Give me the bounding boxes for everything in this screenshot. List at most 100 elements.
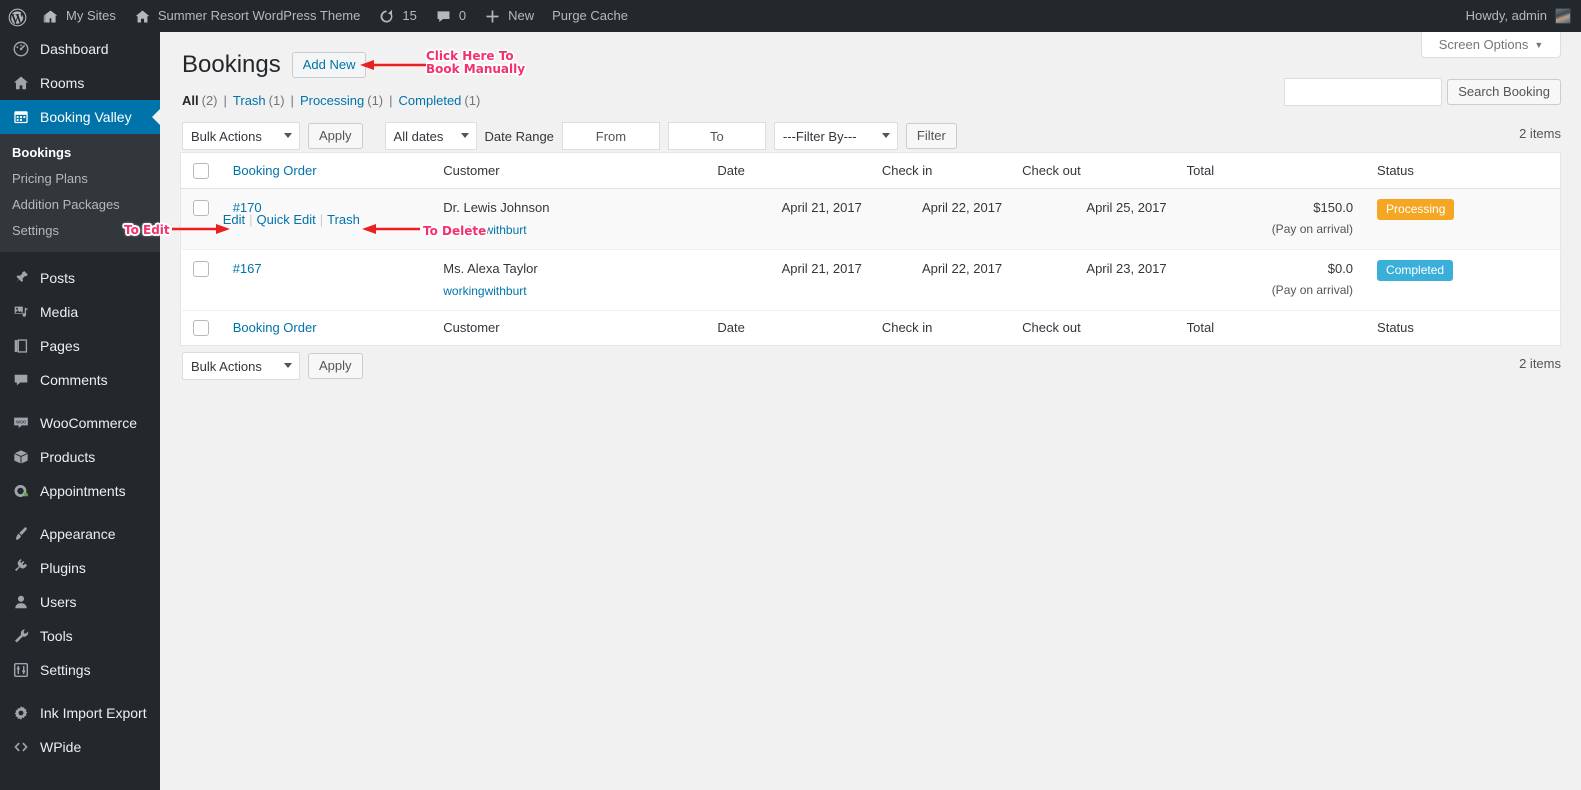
view-link-trash[interactable]: Trash (1) bbox=[233, 93, 285, 108]
pages-icon bbox=[11, 336, 31, 356]
submenu-item-pricing-plans[interactable]: Pricing Plans bbox=[0, 166, 160, 192]
admin-bar-comments[interactable]: 0 bbox=[426, 0, 475, 32]
comment-icon bbox=[11, 370, 31, 390]
cell-total: $0.0 (Pay on arrival) bbox=[1176, 249, 1364, 311]
row-action-separator: | bbox=[319, 211, 324, 227]
bulk-actions-select-bottom[interactable]: Bulk Actions bbox=[182, 352, 300, 380]
admin-bar-new[interactable]: New bbox=[475, 0, 543, 32]
sidebar-item-label: Products bbox=[40, 449, 96, 465]
admin-bar-purge-cache[interactable]: Purge Cache bbox=[543, 0, 637, 32]
view-filter-links: All (2) | Trash (1) | Processing (1) | Completed(… bbox=[182, 93, 480, 108]
checkbox-icon[interactable] bbox=[193, 162, 209, 179]
tablenav-top: Bulk Actions Apply All dates Date Range … bbox=[182, 122, 957, 150]
sidebar-item-label: Plugins bbox=[40, 560, 86, 576]
booking-order-link[interactable]: #167 bbox=[233, 261, 262, 276]
sidebar-item-label: Users bbox=[40, 594, 77, 610]
cell-customer: Dr. Lewis Johnson workingwithburt bbox=[433, 188, 708, 250]
row-action-quick-edit[interactable]: Quick Edit bbox=[257, 212, 316, 227]
column-header-label: Customer bbox=[443, 320, 500, 336]
sidebar-item-comments[interactable]: Comments bbox=[0, 363, 160, 397]
admin-bar-account[interactable]: Howdy, admin bbox=[1466, 0, 1581, 32]
screen-options-tab[interactable]: Screen Options ▼ bbox=[1421, 32, 1561, 58]
sidebar-item-posts[interactable]: Posts bbox=[0, 261, 160, 295]
column-header-label: Total bbox=[1186, 320, 1215, 336]
column-header-total: Total bbox=[1176, 152, 1364, 189]
sidebar-item-booking-valley[interactable]: Booking Valley bbox=[0, 100, 160, 134]
sidebar-item-appointments[interactable]: Appointments bbox=[0, 474, 160, 508]
sidebar-item-users[interactable]: Users bbox=[0, 585, 160, 619]
search-booking-button[interactable]: Search Booking bbox=[1447, 79, 1561, 105]
admin-bar-new-label: New bbox=[508, 8, 535, 23]
column-header-label: Check out bbox=[1022, 320, 1081, 336]
checkbox-icon[interactable] bbox=[193, 320, 209, 337]
submenu-item-addition-packages[interactable]: Addition Packages bbox=[0, 192, 160, 218]
view-link-all[interactable]: All (2) bbox=[182, 93, 218, 108]
dashboard-icon bbox=[11, 39, 31, 59]
sidebar-item-label: Posts bbox=[40, 270, 76, 286]
sidebar-item-products[interactable]: Products bbox=[0, 440, 160, 474]
column-header-label: Check in bbox=[881, 162, 933, 178]
admin-sidebar: Dashboard Rooms Booking Valley Bookings Pric… bbox=[0, 32, 160, 790]
column-header-order[interactable]: Booking Order bbox=[222, 309, 434, 346]
apply-button-top[interactable]: Apply bbox=[308, 123, 363, 149]
view-count: (1) bbox=[268, 93, 285, 108]
admin-bar-howdy-label: Howdy, admin bbox=[1465, 8, 1547, 23]
sidebar-item-ink-import-export[interactable]: Ink Import Export bbox=[0, 696, 160, 730]
menu-separator bbox=[0, 397, 160, 406]
sidebar-item-settings[interactable]: Settings bbox=[0, 653, 160, 687]
column-header-order[interactable]: Booking Order bbox=[222, 152, 434, 189]
admin-bar-wp-logo[interactable] bbox=[0, 0, 33, 32]
apply-button-bottom[interactable]: Apply bbox=[308, 353, 363, 379]
row-checkbox[interactable] bbox=[180, 249, 223, 311]
select-all-checkbox-top[interactable] bbox=[180, 152, 223, 189]
all-dates-select[interactable]: All dates bbox=[384, 122, 477, 150]
cell-date: April 21, 2017 bbox=[707, 249, 872, 311]
screen-options-label: Screen Options bbox=[1438, 37, 1529, 52]
row-checkbox[interactable] bbox=[180, 188, 223, 250]
date-to-input[interactable] bbox=[667, 122, 766, 150]
view-link-processing[interactable]: Processing (1) bbox=[300, 93, 383, 108]
admin-bar-site-name[interactable]: Summer Resort WordPress Theme bbox=[125, 0, 370, 32]
admin-bar-my-sites[interactable]: My Sites bbox=[33, 0, 125, 32]
column-header-in: Check in bbox=[871, 152, 1013, 189]
search-input[interactable] bbox=[1284, 78, 1443, 106]
view-link-completed[interactable]: Completed (1) bbox=[399, 93, 481, 108]
page-header: Bookings Add New bbox=[182, 49, 367, 81]
bulk-actions-label-bottom: Bulk Actions bbox=[191, 358, 262, 374]
sidebar-item-media[interactable]: Media bbox=[0, 295, 160, 329]
cell-total: $150.0 (Pay on arrival) bbox=[1176, 188, 1364, 250]
select-all-checkbox-bottom[interactable] bbox=[180, 309, 223, 346]
sidebar-item-pages[interactable]: Pages bbox=[0, 329, 160, 363]
cell-customer: Ms. Alexa Taylor workingwithburt bbox=[433, 249, 708, 311]
checkbox-icon[interactable] bbox=[193, 200, 209, 217]
filter-by-select[interactable]: ---Filter By--- bbox=[773, 122, 898, 150]
sidebar-item-dashboard[interactable]: Dashboard bbox=[0, 32, 160, 66]
sidebar-item-plugins[interactable]: Plugins bbox=[0, 551, 160, 585]
checkbox-icon[interactable] bbox=[193, 261, 209, 278]
column-header-label: Total bbox=[1186, 162, 1215, 178]
add-new-button[interactable]: Add New bbox=[291, 52, 367, 78]
sidebar-item-tools[interactable]: Tools bbox=[0, 619, 160, 653]
date-from-input[interactable] bbox=[561, 122, 660, 150]
submenu-item-bookings[interactable]: Bookings bbox=[0, 140, 160, 166]
sidebar-item-label: Booking Valley bbox=[40, 109, 132, 125]
sidebar-item-woocommerce[interactable]: woo WooCommerce bbox=[0, 406, 160, 440]
table-header-row: Booking Order Customer Date Check in Check o… bbox=[180, 152, 1561, 189]
column-header-total: Total bbox=[1176, 309, 1364, 346]
admin-bar-updates[interactable]: 15 bbox=[369, 0, 425, 32]
chevron-down-icon: ▼ bbox=[1534, 39, 1544, 50]
row-action-edit[interactable]: Edit bbox=[223, 212, 245, 227]
filter-by-label: ---Filter By--- bbox=[782, 128, 857, 144]
submenu-item-settings[interactable]: Settings bbox=[0, 218, 160, 244]
customer-username-link[interactable]: workingwithburt bbox=[443, 282, 697, 300]
admin-bar-site-name-label: Summer Resort WordPress Theme bbox=[157, 8, 361, 23]
filter-button[interactable]: Filter bbox=[905, 123, 957, 149]
column-header-label: Booking Order bbox=[232, 162, 317, 178]
sidebar-item-rooms[interactable]: Rooms bbox=[0, 66, 160, 100]
row-action-trash[interactable]: Trash bbox=[327, 212, 360, 227]
sidebar-item-appearance[interactable]: Appearance bbox=[0, 517, 160, 551]
customer-username-link[interactable]: workingwithburt bbox=[443, 221, 697, 239]
bulk-actions-select-top[interactable]: Bulk Actions bbox=[182, 122, 300, 150]
sidebar-item-wpide[interactable]: WPide bbox=[0, 730, 160, 764]
cell-date: April 21, 2017 bbox=[707, 188, 872, 250]
